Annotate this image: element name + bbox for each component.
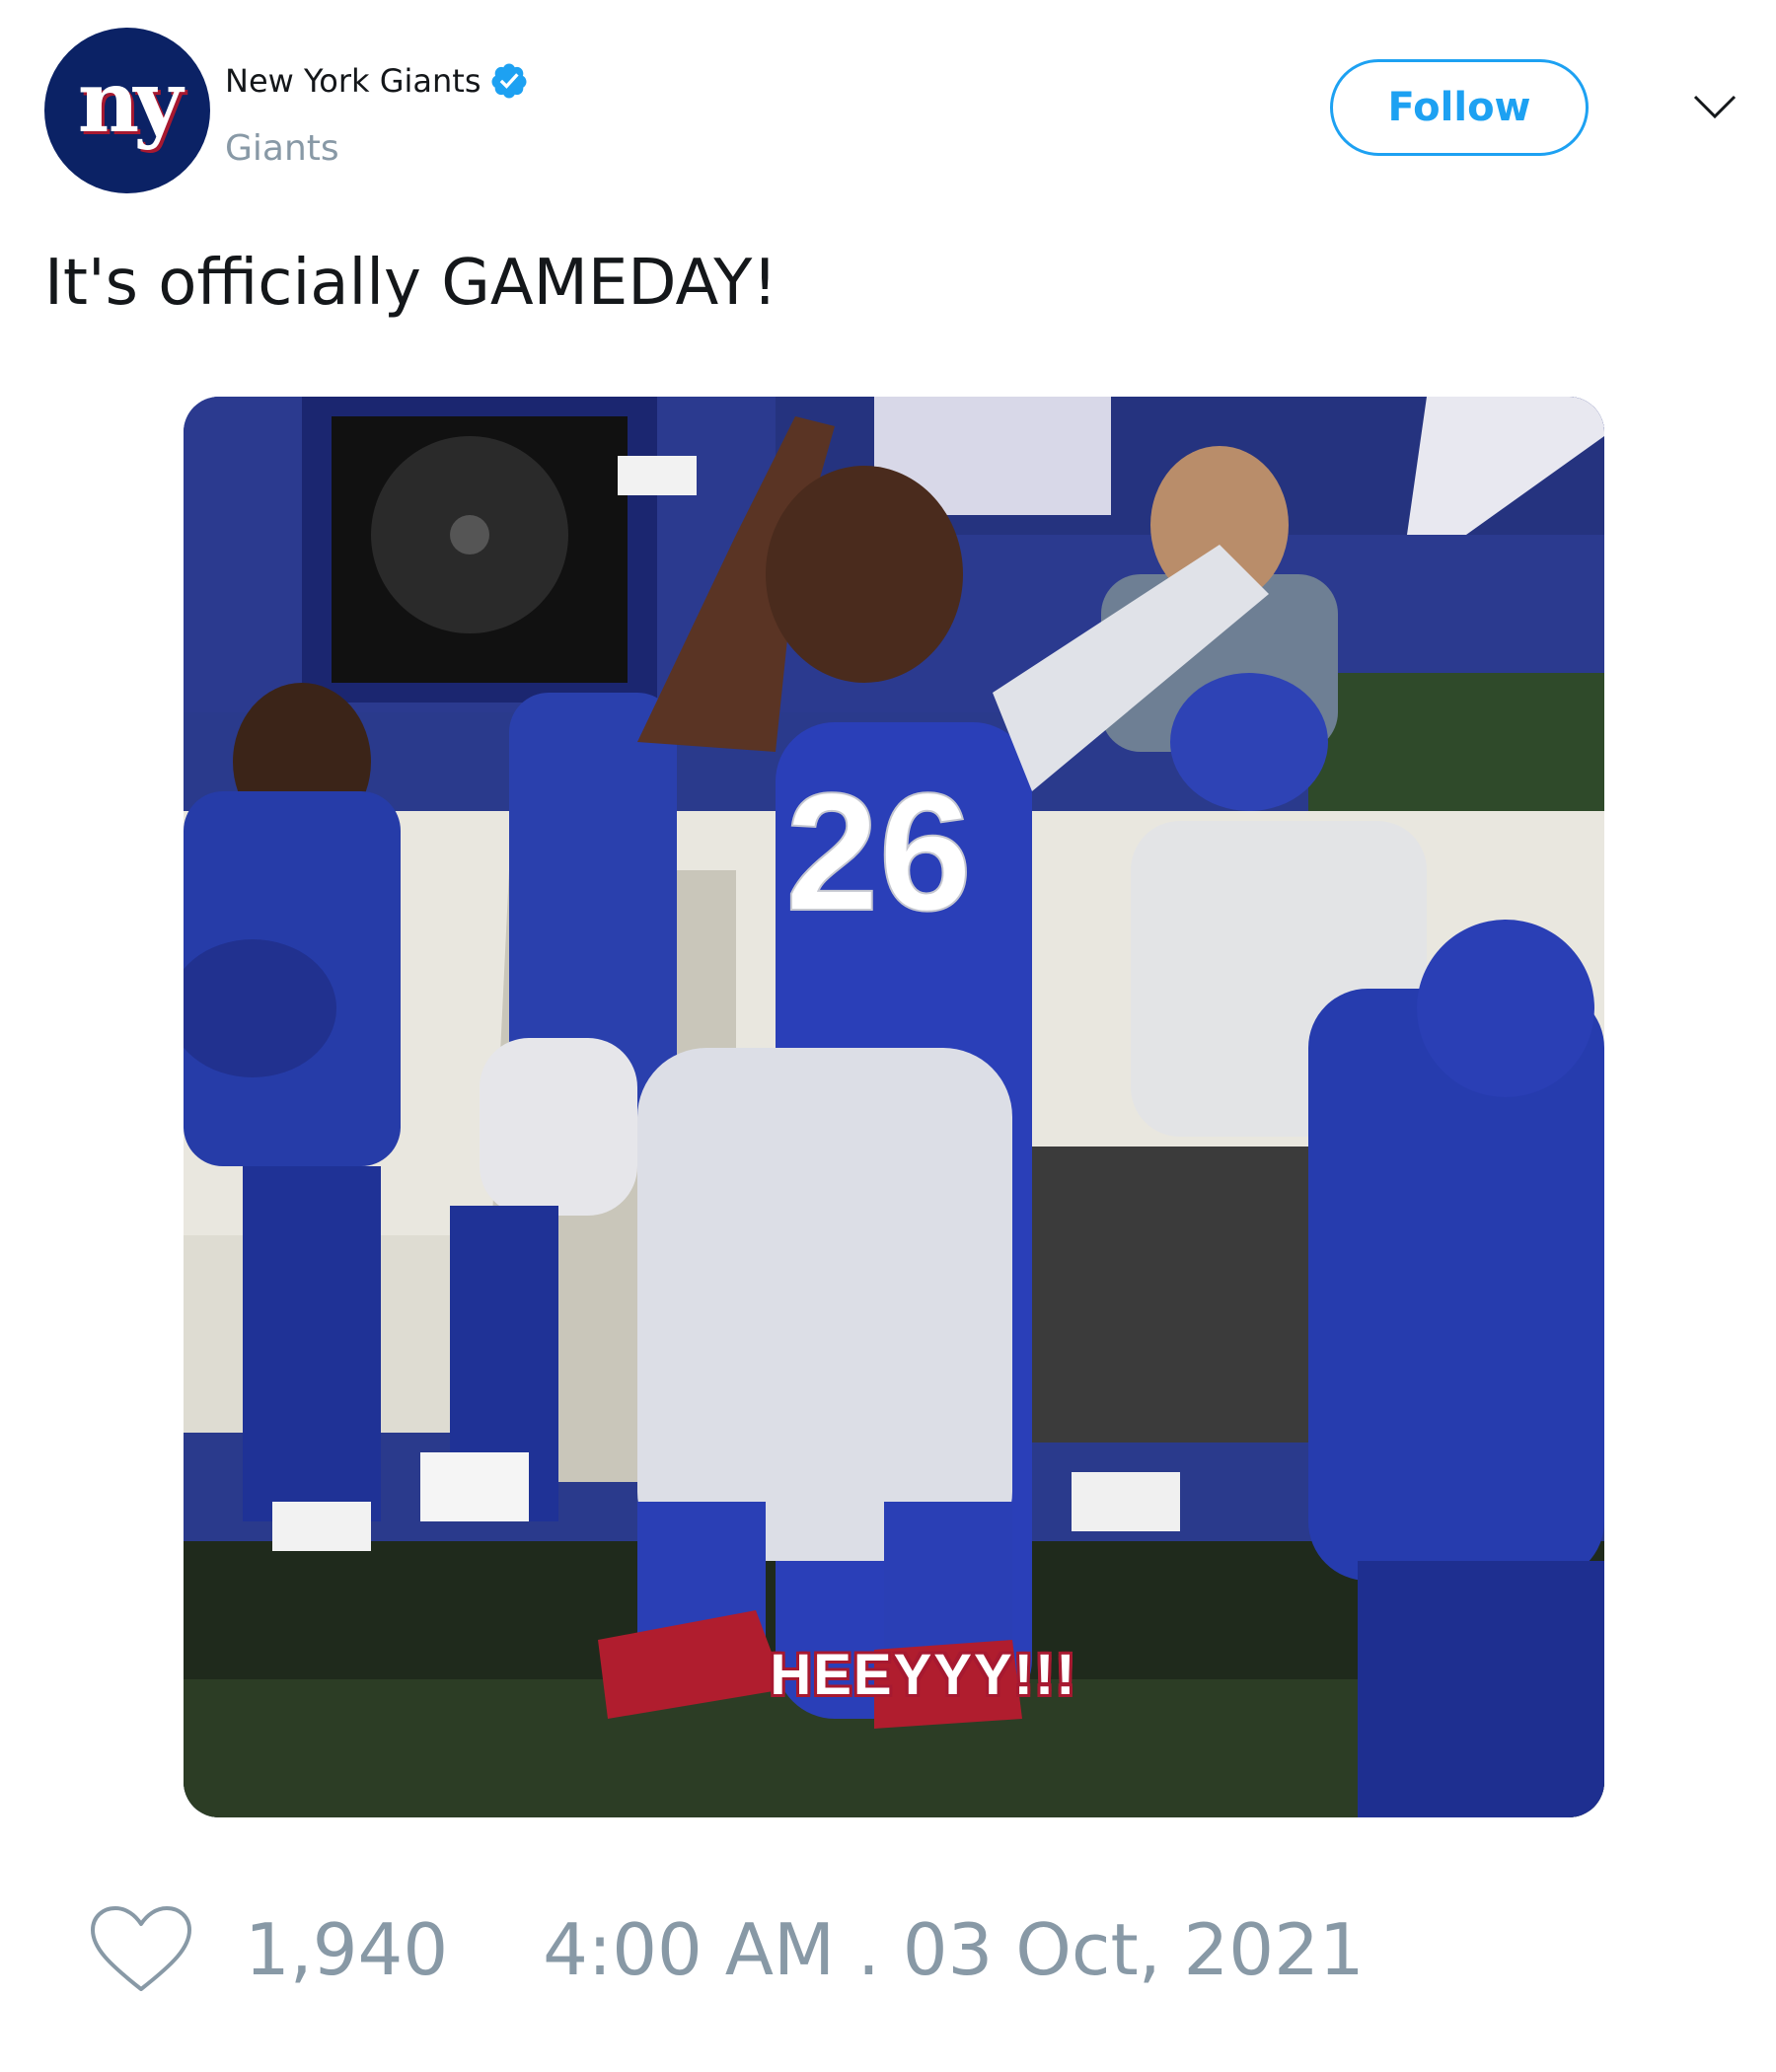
chevron-down-icon[interactable] bbox=[1691, 93, 1739, 122]
tweet-media[interactable]: 26 HEEYYY!!! bbox=[184, 397, 1604, 1817]
heart-icon[interactable] bbox=[89, 1904, 193, 1995]
media-image: 26 bbox=[184, 397, 1604, 1817]
user-handle[interactable]: Giants bbox=[225, 128, 339, 169]
avatar[interactable]: ny bbox=[44, 28, 210, 193]
media-caption: HEEYYY!!! bbox=[770, 1643, 1077, 1707]
avatar-logo-text: ny bbox=[77, 52, 183, 152]
verified-badge-icon bbox=[490, 63, 526, 99]
tweet-text: It's officially GAMEDAY! bbox=[44, 247, 777, 320]
svg-text:26: 26 bbox=[785, 759, 972, 946]
timestamp[interactable]: 4:00 AM . 03 Oct, 2021 bbox=[543, 1908, 1365, 1991]
follow-button[interactable]: Follow bbox=[1330, 59, 1589, 156]
like-count: 1,940 bbox=[245, 1908, 449, 1991]
tweet-footer: 1,940 4:00 AM . 03 Oct, 2021 bbox=[89, 1900, 1365, 1999]
display-name-row[interactable]: New York Giants bbox=[225, 61, 529, 101]
display-name[interactable]: New York Giants bbox=[225, 62, 481, 100]
tweet-card: ny New York Giants Giants Follow It's of… bbox=[0, 0, 1776, 2072]
